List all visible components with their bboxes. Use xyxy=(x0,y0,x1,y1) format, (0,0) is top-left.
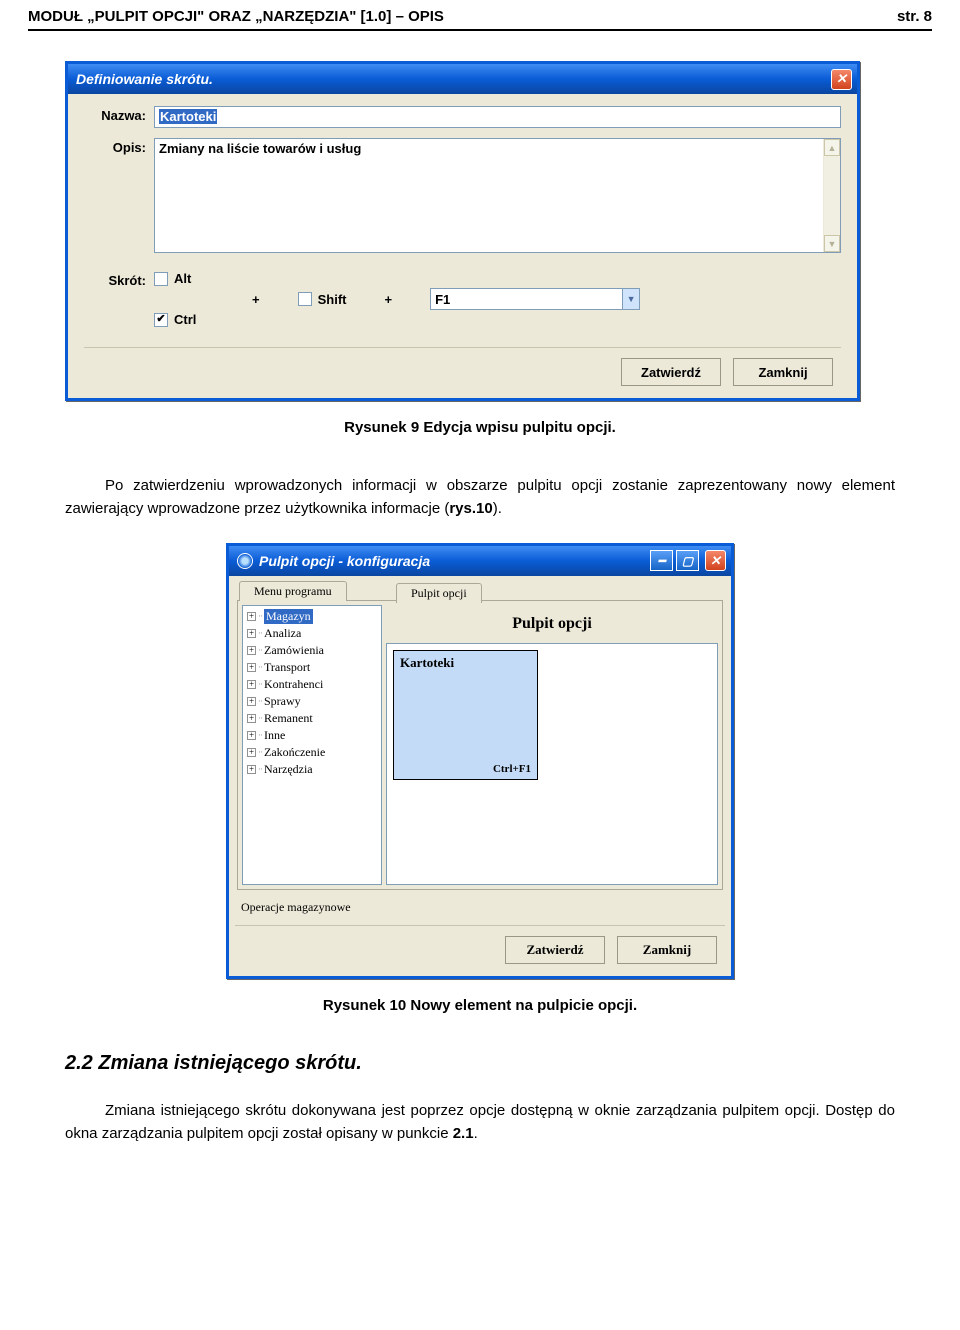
scroll-up-icon[interactable]: ▲ xyxy=(824,139,840,156)
titlebar-2: Pulpit opcji - konfiguracja ━ ▢ ✕ xyxy=(229,546,731,576)
shortcut-tile[interactable]: Kartoteki Ctrl+F1 xyxy=(393,650,538,780)
titlebar: Definiowanie skrótu. ✕ xyxy=(68,64,857,94)
ctrl-checkbox-label: Ctrl xyxy=(174,312,196,327)
figure-10-caption: Rysunek 10 Nowy element na pulpicie opcj… xyxy=(65,997,895,1014)
paragraph-1: Po zatwierdzeniu wprowadzonych informacj… xyxy=(65,474,895,521)
shortcut-label: Skrót: xyxy=(84,271,154,288)
tile-name: Kartoteki xyxy=(400,655,531,671)
plus-1: + xyxy=(244,292,268,307)
tree-item-inne[interactable]: +··Inne xyxy=(243,727,381,744)
tree-item-transport[interactable]: +··Transport xyxy=(243,659,381,676)
description-label: Opis: xyxy=(84,138,154,155)
tree-item-zakonczenie[interactable]: +··Zakończenie xyxy=(243,744,381,761)
header-divider xyxy=(28,29,932,31)
section-2-2-heading: 2.2 Zmiana istniejącego skrótu. xyxy=(65,1052,895,1075)
page-header: MODUŁ „PULPIT OPCJI" ORAZ „NARZĘDZIA" [1… xyxy=(0,0,960,29)
app-icon xyxy=(237,553,253,569)
ctrl-checkbox[interactable]: ✔ xyxy=(154,313,168,327)
maximize-icon[interactable]: ▢ xyxy=(676,550,699,571)
alt-checkbox-label: Alt xyxy=(174,271,191,286)
close-icon-2[interactable]: ✕ xyxy=(705,550,726,571)
alt-checkbox-wrap[interactable]: Alt xyxy=(154,271,191,286)
tree-item-zamowienia[interactable]: +··Zamówienia xyxy=(243,642,381,659)
close-button-2[interactable]: Zamknij xyxy=(617,936,717,964)
ctrl-checkbox-wrap[interactable]: ✔ Ctrl xyxy=(154,312,196,327)
textarea-scrollbar[interactable]: ▲ ▼ xyxy=(823,139,840,252)
shortcut-definition-window: Definiowanie skrótu. ✕ Nazwa: Kartoteki … xyxy=(65,61,860,401)
window-title-2: Pulpit opcji - konfiguracja xyxy=(259,553,430,569)
tree-item-narzedzia[interactable]: +··Narzędzia xyxy=(243,761,381,778)
chevron-down-icon[interactable]: ▼ xyxy=(622,289,639,309)
name-input[interactable]: Kartoteki xyxy=(154,106,841,128)
pulpit-config-window: Pulpit opcji - konfiguracja ━ ▢ ✕ Menu p… xyxy=(226,543,734,979)
minimize-icon[interactable]: ━ xyxy=(650,550,673,571)
paragraph-2: Zmiana istniejącego skrótu dokonywana je… xyxy=(65,1099,895,1146)
scroll-down-icon[interactable]: ▼ xyxy=(824,235,840,252)
window-title: Definiowanie skrótu. xyxy=(76,71,213,87)
shift-checkbox[interactable] xyxy=(298,292,312,306)
name-label: Nazwa: xyxy=(84,106,154,123)
figure-9-caption: Rysunek 9 Edycja wpisu pulpitu opcji. xyxy=(65,419,895,436)
tree-item-sprawy[interactable]: +··Sprawy xyxy=(243,693,381,710)
header-page-number: str. 8 xyxy=(897,8,932,25)
tab-menu-programu[interactable]: Menu programu xyxy=(239,581,347,601)
desktop-area[interactable]: Kartoteki Ctrl+F1 xyxy=(386,643,718,885)
panel-title: Pulpit opcji xyxy=(386,615,718,633)
shift-checkbox-label: Shift xyxy=(318,292,347,307)
tree-panel[interactable]: +··Magazyn +··Analiza +··Zamówienia +··T… xyxy=(242,605,382,885)
confirm-button[interactable]: Zatwierdź xyxy=(621,358,721,386)
tree-item-analiza[interactable]: +··Analiza xyxy=(243,625,381,642)
tree-item-kontrahenci[interactable]: +··Kontrahenci xyxy=(243,676,381,693)
close-button[interactable]: Zamknij xyxy=(733,358,833,386)
key-combo-value: F1 xyxy=(435,292,450,307)
status-label: Operacje magazynowe xyxy=(235,890,725,921)
name-input-value: Kartoteki xyxy=(159,109,217,124)
tree-item-remanent[interactable]: +··Remanent xyxy=(243,710,381,727)
tree-item-magazyn[interactable]: +··Magazyn xyxy=(243,608,381,625)
description-value: Zmiany na liście towarów i usług xyxy=(155,139,823,252)
tile-shortcut: Ctrl+F1 xyxy=(400,763,531,775)
close-icon[interactable]: ✕ xyxy=(831,69,852,90)
tab-pulpit-opcji[interactable]: Pulpit opcji xyxy=(396,583,482,603)
key-combo[interactable]: F1 ▼ xyxy=(430,288,640,310)
confirm-button-2[interactable]: Zatwierdź xyxy=(505,936,605,964)
plus-2: + xyxy=(376,292,400,307)
header-title-left: MODUŁ „PULPIT OPCJI" ORAZ „NARZĘDZIA" [1… xyxy=(28,8,444,25)
alt-checkbox[interactable] xyxy=(154,272,168,286)
shift-checkbox-wrap[interactable]: Shift xyxy=(298,292,347,307)
description-textarea[interactable]: Zmiany na liście towarów i usług ▲ ▼ xyxy=(154,138,841,253)
